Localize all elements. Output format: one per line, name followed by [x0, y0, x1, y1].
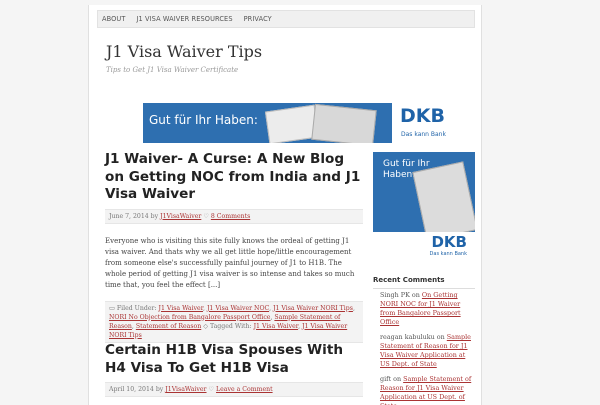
category-link[interactable]: NORI No Objection from Bangalore Passpor… — [109, 314, 270, 321]
post-date: June 7, 2014 — [109, 212, 149, 220]
top-nav: ABOUT J1 VISA WAIVER RESOURCES PRIVACY — [97, 10, 475, 28]
comment-on: on — [436, 333, 445, 341]
sidebar-card-image — [412, 161, 475, 241]
comment-icon: ♡ — [203, 212, 209, 220]
post-taxonomy: ▭ Filed Under: J1 Visa Waiver, J1 Visa W… — [105, 300, 363, 343]
site-title[interactable]: J1 Visa Waiver Tips — [106, 42, 262, 61]
filed-under-label: Filed Under: — [116, 304, 157, 312]
post-date: April 10, 2014 — [109, 386, 154, 393]
post-meta: June 7, 2014 by J1VisaWaiver ♡ 8 Comment… — [105, 208, 363, 224]
nav-item-privacy[interactable]: PRIVACY — [244, 15, 272, 23]
comment-on: on — [393, 375, 402, 383]
post-comments-link[interactable]: 8 Comments — [211, 213, 250, 220]
category-link[interactable]: J1 Visa Waiver — [159, 305, 203, 312]
post-comments-link[interactable]: Leave a Comment — [216, 386, 273, 393]
comment-author: gift — [380, 375, 392, 383]
site-description: Tips to Get J1 Visa Waiver Certificate — [106, 66, 239, 74]
tag-link[interactable]: J1 Visa Waiver — [254, 323, 298, 330]
nav-item-resources[interactable]: J1 VISA WAIVER RESOURCES — [136, 15, 232, 23]
banner-ad[interactable]: Gut für Ihr Haben: DKB Das kann Bank — [143, 103, 460, 143]
category-link[interactable]: Statement of Reason — [136, 323, 201, 330]
post-title[interactable]: Certain H1B Visa Spouses With H4 Visa To… — [105, 342, 363, 377]
comment-author: Singh PK — [380, 291, 410, 299]
recent-comments-heading: Recent Comments — [373, 276, 475, 289]
recent-comment-item: Singh PK on On Getting NORI NOC for J1 W… — [380, 291, 476, 327]
nav-item-about[interactable]: ABOUT — [102, 15, 125, 23]
banner-ad-text: Gut für Ihr Haben: — [149, 113, 258, 127]
recent-comments-list: Singh PK on On Getting NORI NOC for J1 W… — [380, 291, 476, 405]
banner-ad-logo: DKB Das kann Bank — [392, 103, 460, 143]
post-excerpt: Everyone who is visiting this site fully… — [105, 236, 355, 290]
post-entry: Certain H1B Visa Spouses With H4 Visa To… — [105, 342, 363, 397]
post-by: by — [150, 212, 159, 220]
sidebar-ad[interactable]: Gut für Ihr Haben: DKB Das kann Bank — [373, 152, 475, 260]
comment-author: reagan kabuluku — [380, 333, 435, 341]
category-link[interactable]: J1 Visa Waiver NORI Tips — [273, 305, 353, 312]
banner-logo-text: DKB — [400, 105, 445, 127]
post-author-link[interactable]: J1VisaWaiver — [160, 213, 201, 220]
tagged-with-label: Tagged With: — [209, 322, 252, 330]
sidebar-logo-tagline: Das kann Bank — [429, 251, 467, 257]
comment-icon: ♡ — [208, 386, 215, 393]
page-container: ABOUT J1 VISA WAIVER RESOURCES PRIVACY J… — [88, 5, 482, 405]
post-meta: April 10, 2014 by J1VisaWaiver ♡ Leave a… — [105, 382, 363, 397]
recent-comment-item: reagan kabuluku on Sample Statement of R… — [380, 333, 476, 369]
sidebar-logo-text: DKB — [431, 233, 467, 251]
folder-icon: ▭ — [109, 304, 115, 312]
recent-comment-item: gift on Sample Statement of Reason for J… — [380, 375, 476, 405]
post-title[interactable]: J1 Waiver- A Curse: A New Blog on Gettin… — [105, 151, 363, 204]
post-entry: J1 Waiver- A Curse: A New Blog on Gettin… — [105, 151, 363, 343]
banner-card-image — [311, 103, 377, 143]
sidebar-ad-logo: DKB Das kann Bank — [373, 232, 475, 260]
comment-on: on — [411, 291, 420, 299]
post-by: by — [155, 386, 164, 393]
banner-logo-tagline: Das kann Bank — [401, 131, 446, 138]
post-author-link[interactable]: J1VisaWaiver — [165, 386, 206, 393]
tag-icon: ◇ — [203, 322, 208, 330]
category-link[interactable]: J1 Visa Waiver NOC — [207, 305, 269, 312]
